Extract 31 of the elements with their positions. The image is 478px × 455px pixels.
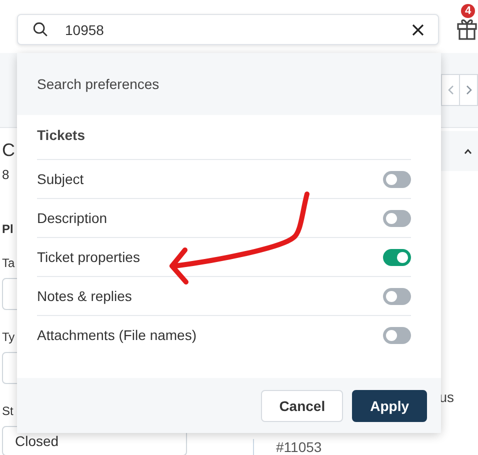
chevron-right-icon — [466, 85, 472, 95]
search-bar[interactable]: 10958 — [17, 14, 439, 45]
option-label: Attachments (File names) — [37, 327, 196, 343]
next-page-button[interactable] — [459, 74, 478, 106]
field-label: St — [2, 404, 14, 418]
page-title: C — [2, 140, 15, 161]
previous-page-button[interactable] — [441, 74, 460, 106]
chevron-left-icon — [448, 85, 454, 95]
section-title: Tickets — [37, 127, 85, 143]
field-label: Ty — [2, 330, 15, 344]
toggle-switch[interactable] — [383, 210, 411, 226]
cancel-button[interactable]: Cancel — [261, 390, 344, 422]
option-label: Subject — [37, 171, 84, 187]
notification-badge: 4 — [461, 4, 476, 18]
option-label: Ticket properties — [37, 249, 140, 265]
count-text: 8 — [2, 167, 10, 182]
option-label: Description — [37, 210, 108, 226]
apply-button[interactable]: Apply — [352, 390, 427, 422]
toggle-switch[interactable] — [383, 248, 411, 266]
toggle-switch[interactable] — [383, 288, 411, 304]
section-heading: Pl — [2, 222, 14, 236]
ticket-id: #11053 — [253, 439, 322, 455]
close-icon[interactable] — [412, 24, 424, 36]
caret-up-icon[interactable] — [464, 148, 472, 154]
toggle-switch[interactable] — [383, 326, 411, 344]
option-label: Notes & replies — [37, 288, 132, 304]
search-icon — [32, 21, 49, 38]
toggle-switch[interactable] — [383, 170, 411, 188]
popover-title: Search preferences — [37, 76, 160, 92]
search-input[interactable]: 10958 — [63, 20, 412, 38]
field-label: Ta — [2, 256, 15, 270]
